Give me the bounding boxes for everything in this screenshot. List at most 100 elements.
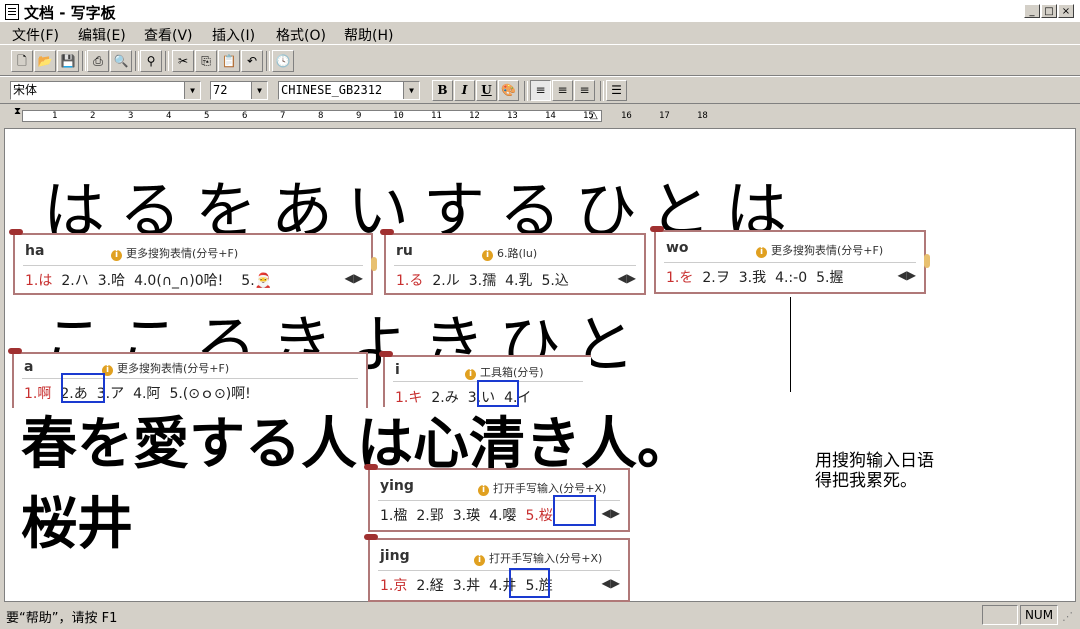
ime-popup-ru[interactable]: ru i 6.路(lu) 1.る 2.ル 3.孺 4.乳 5.込 ◀▶: [380, 229, 646, 295]
ime-candidate[interactable]: 1.を: [666, 270, 693, 286]
ime-candidate[interactable]: 2.郢: [416, 508, 443, 524]
ime-candidate[interactable]: 2.み: [431, 390, 458, 406]
color-icon[interactable]: 🎨: [498, 80, 519, 101]
ime-candidate[interactable]: 3.我: [739, 270, 766, 286]
save-icon[interactable]: 💾: [57, 50, 79, 72]
menu-help[interactable]: 帮助(H): [344, 25, 393, 45]
open-icon[interactable]: 📂: [34, 50, 56, 72]
ime-candidate[interactable]: 1.楹: [380, 508, 407, 524]
indent-marker-icon[interactable]: ⧗: [14, 106, 21, 117]
bullets-icon[interactable]: ☰: [606, 80, 627, 101]
ime-candidate[interactable]: 4.0(∩_∩)0哈!: [134, 273, 223, 289]
ime-candidate[interactable]: 1.啊: [24, 386, 51, 402]
cut-icon[interactable]: ✂: [172, 50, 194, 72]
ime-candidate[interactable]: 5.込: [541, 273, 568, 289]
new-icon[interactable]: 🗋: [11, 50, 33, 72]
resize-grip-icon[interactable]: ⋰: [1062, 610, 1073, 623]
ime-hint-text: 更多搜狗表情(分号+F): [126, 247, 239, 260]
info-icon: i: [478, 485, 489, 496]
italic-button[interactable]: I: [454, 80, 475, 101]
ime-hint[interactable]: i 6.路(lu): [482, 245, 537, 261]
ime-candidates: 1.は 2.ハ 3.哈 4.0(∩_∩)0哈! 5.🎅: [25, 270, 281, 290]
font-name-select[interactable]: 宋体 ▼: [10, 81, 201, 100]
ime-popup-wo[interactable]: wo i 更多搜狗表情(分号+F) 1.を 2.ヲ 3.我 4.:-0 5.握 ◀▶: [650, 226, 930, 294]
datetime-icon[interactable]: 🕓: [272, 50, 294, 72]
ime-hint[interactable]: i 更多搜狗表情(分号+F): [102, 360, 229, 376]
ime-candidate[interactable]: 1.キ: [395, 390, 422, 406]
ime-candidate-selected[interactable]: 5.桜: [525, 508, 552, 524]
ime-candidate[interactable]: 2.ル: [432, 273, 459, 289]
ruler-tick: 17: [659, 111, 670, 121]
ime-hint[interactable]: i 打开手写输入(分号+X): [478, 480, 606, 496]
toolbar-separator: [600, 81, 604, 101]
undo-icon[interactable]: ↶: [241, 50, 263, 72]
ime-popup-ha[interactable]: ha i 更多搜狗表情(分号+F) 1.は 2.ハ 3.哈 4.0(∩_∩)0哈! 5.🎅…: [9, 229, 377, 295]
find-icon[interactable]: ⚲: [140, 50, 162, 72]
pin-icon: [8, 348, 22, 354]
menu-view[interactable]: 查看(V): [144, 25, 193, 45]
ime-candidate[interactable]: 5.握: [816, 270, 843, 286]
pin-icon: [364, 464, 378, 470]
ime-hint[interactable]: i 更多搜狗表情(分号+F): [111, 245, 238, 261]
ruler-tick: 6: [242, 111, 248, 121]
page-nav-icon[interactable]: ◀▶: [898, 268, 916, 282]
ruler-tick: 8: [318, 111, 324, 121]
highlight-box: [553, 495, 596, 526]
script-select[interactable]: CHINESE_GB2312 ▼: [278, 81, 420, 100]
ime-candidate[interactable]: 3.孺: [469, 273, 496, 289]
preview-icon[interactable]: 🔍: [110, 50, 132, 72]
ime-candidate[interactable]: 4.阿: [133, 386, 160, 402]
ime-candidate[interactable]: 4.:-0: [775, 270, 807, 286]
bold-button[interactable]: B: [432, 80, 453, 101]
ime-candidate[interactable]: 2.経: [416, 578, 443, 594]
font-size-select[interactable]: 72 ▼: [210, 81, 268, 100]
ime-candidate[interactable]: 2.ヲ: [702, 270, 729, 286]
page-nav-icon[interactable]: ◀▶: [618, 271, 636, 285]
menu-format[interactable]: 格式(O): [276, 25, 326, 45]
ime-candidate[interactable]: 1.は: [25, 273, 52, 289]
ime-divider: [394, 265, 636, 266]
ime-hint[interactable]: i 工具箱(分号): [465, 364, 544, 380]
ime-candidate[interactable]: 1.る: [396, 273, 423, 289]
ime-tab: [371, 257, 377, 271]
align-right-icon[interactable]: ≡: [574, 80, 595, 101]
copy-icon[interactable]: ⎘: [195, 50, 217, 72]
ruler[interactable]: ⧗ △ 1 2 3 4 5 6 7 8 9 10 11 12 13 14 15 …: [0, 104, 1080, 128]
close-button[interactable]: ×: [1058, 4, 1074, 18]
align-left-icon[interactable]: ≡: [530, 80, 551, 101]
ime-candidate[interactable]: 4.乳: [505, 273, 532, 289]
ime-pinyin: i: [395, 362, 400, 378]
maximize-button[interactable]: □: [1041, 4, 1057, 18]
menu-file[interactable]: 文件(F): [12, 25, 59, 45]
menu-edit[interactable]: 编辑(E): [78, 25, 126, 45]
ime-candidate[interactable]: 3.瑛: [453, 508, 480, 524]
status-bar: 要“帮助”，请按 F1 NUM ⋰: [0, 602, 1080, 629]
ime-divider: [664, 262, 916, 263]
ime-pinyin: wo: [666, 240, 689, 256]
ime-hint[interactable]: i 打开手写输入(分号+X): [474, 550, 602, 566]
print-icon[interactable]: ⎙: [87, 50, 109, 72]
ime-hint-text: 打开手写输入(分号+X): [489, 552, 603, 565]
ime-candidate[interactable]: 3.哈: [98, 273, 125, 289]
window-title: 文档 - 写字板: [24, 4, 116, 22]
align-center-icon[interactable]: ≡: [552, 80, 573, 101]
ime-candidate[interactable]: 2.ハ: [61, 273, 88, 289]
ime-candidate[interactable]: 5.🎅: [241, 273, 272, 289]
chevron-down-icon[interactable]: ▼: [251, 82, 267, 99]
page-nav-icon[interactable]: ◀▶: [602, 576, 620, 590]
page-nav-icon[interactable]: ◀▶: [602, 506, 620, 520]
minimize-button[interactable]: _: [1024, 4, 1040, 18]
ime-popup-jing[interactable]: jing i 打开手写输入(分号+X) 1.京 2.経 3.丼 4.井 5.旌 ◀▶: [364, 534, 630, 602]
underline-button[interactable]: U: [476, 80, 497, 101]
ime-candidate[interactable]: 5.(⊙ｏ⊙)啊!: [169, 386, 250, 402]
menu-insert[interactable]: 插入(I): [212, 25, 255, 45]
ime-candidate[interactable]: 4.嘤: [489, 508, 516, 524]
paste-icon[interactable]: 📋: [218, 50, 240, 72]
chevron-down-icon[interactable]: ▼: [184, 82, 200, 99]
ime-candidate[interactable]: 3.丼: [453, 578, 480, 594]
chevron-down-icon[interactable]: ▼: [403, 82, 419, 99]
ime-hint[interactable]: i 更多搜狗表情(分号+F): [756, 242, 883, 258]
standard-toolbar: 🗋 📂 💾 ⎙ 🔍 ⚲ ✂ ⎘ 📋 ↶ 🕓: [0, 44, 1080, 76]
page-nav-icon[interactable]: ◀▶: [345, 271, 363, 285]
ime-candidate[interactable]: 1.京: [380, 578, 407, 594]
